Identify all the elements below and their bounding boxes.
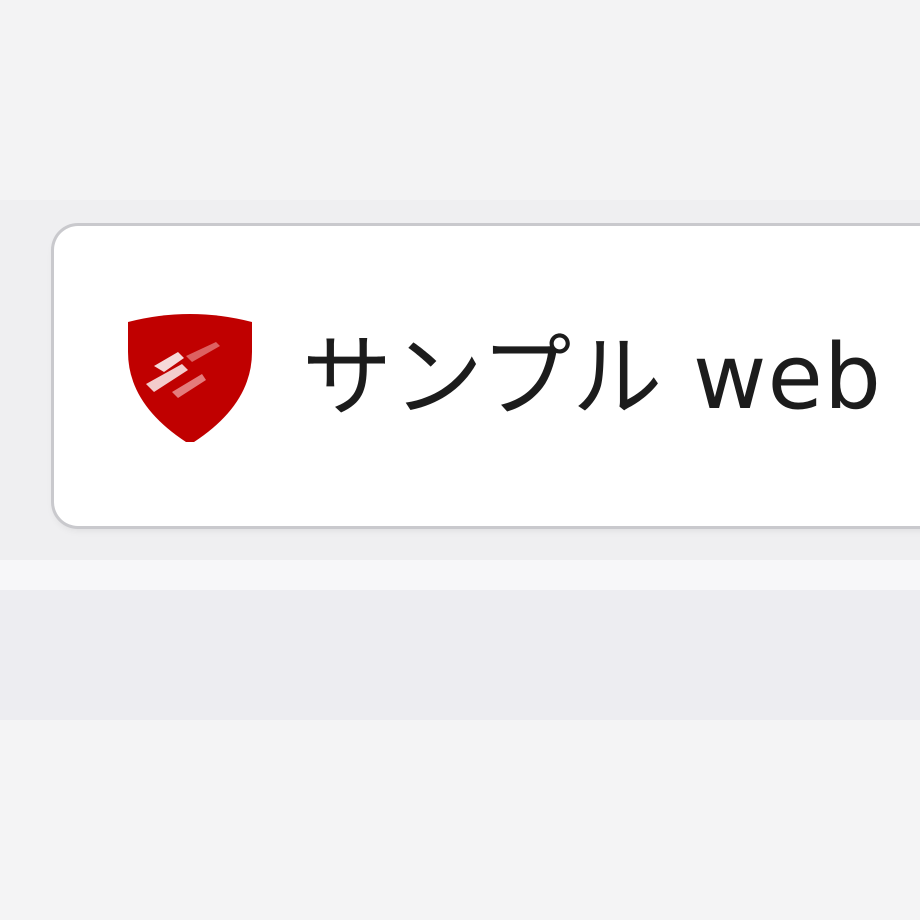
- title-bar-area: [0, 0, 920, 200]
- tab-title: サンプル web: [302, 325, 883, 430]
- toolbar-area: [0, 590, 920, 720]
- browser-tab-strip: サンプル web: [0, 0, 920, 920]
- tab-strip-divider: [0, 560, 920, 590]
- content-area: [0, 720, 920, 920]
- red-shield-icon: [128, 314, 252, 442]
